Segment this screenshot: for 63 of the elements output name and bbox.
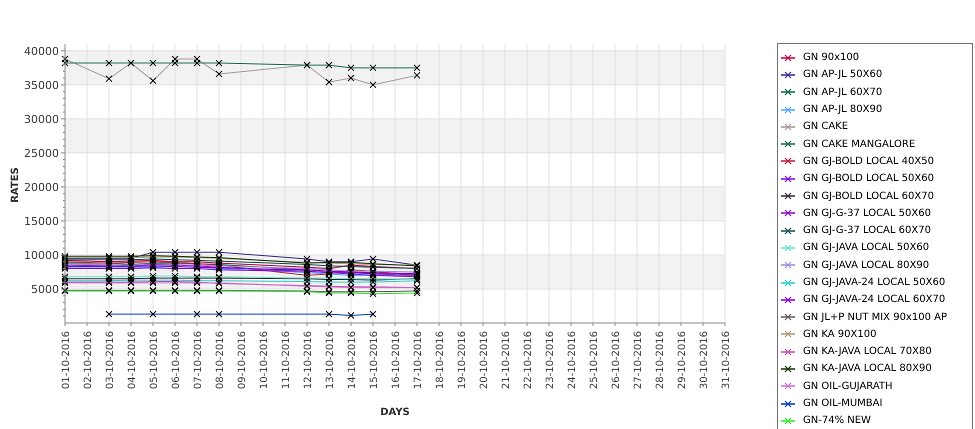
axis-tick-label: 18-10-2016: [435, 331, 446, 390]
legend-label: GN CAKE MANGALORE: [803, 138, 916, 150]
axis-tick-label: 02-10-2016: [83, 331, 94, 390]
axis-tick-label: 31-10-2016: [721, 331, 732, 390]
legend-label: GN OIL-GUJARATH: [803, 380, 893, 392]
axis-tick-label: 23-10-2016: [545, 331, 556, 390]
axis-tick-label: 17-10-2016: [413, 331, 424, 390]
axis-tick-label: 40000: [24, 44, 59, 58]
legend-label: GN JL+P NUT MIX 90x100 AP: [803, 312, 947, 323]
axis-tick-label: 06-10-2016: [171, 331, 182, 390]
axis-tick-label: 27-10-2016: [633, 331, 644, 390]
legend-label: GN-74% NEW: [803, 415, 871, 426]
axis-tick-label: 25-10-2016: [589, 331, 600, 390]
legend-label: GN GJ-JAVA LOCAL 50X60: [803, 242, 930, 254]
axis-tick-label: 11-10-2016: [281, 331, 292, 390]
legend-label: GN GJ-BOLD LOCAL 50X60: [803, 173, 934, 184]
legend-label: GN GJ-G-37 LOCAL 60X70: [803, 225, 931, 236]
legend-label: GN GJ-BOLD LOCAL 40X50: [803, 156, 934, 167]
axis-tick-label: 30-10-2016: [699, 331, 710, 390]
axis-tick-label: 22-10-2016: [523, 331, 534, 390]
axis-tick-label: 20-10-2016: [479, 331, 490, 390]
legend-label: GN KA 90X100: [803, 328, 876, 340]
axis-tick-label: 25000: [24, 146, 59, 160]
axis-tick-label: 15000: [24, 214, 59, 228]
legend-label: GN AP-JL 80X90: [803, 104, 882, 116]
legend-label: GN GJ-JAVA-24 LOCAL 60X70: [803, 294, 946, 306]
axis-tick-label: 21-10-2016: [501, 331, 512, 390]
axis-tick-label: 19-10-2016: [457, 331, 468, 390]
axis-tick-label: 13-10-2016: [325, 331, 336, 390]
axis-tick-label: 10-10-2016: [259, 331, 270, 390]
axis-tick-label: 28-10-2016: [655, 331, 666, 390]
axis-tick-label: 26-10-2016: [611, 331, 622, 390]
legend-label: GN GJ-BOLD LOCAL 60X70: [803, 190, 934, 202]
axis-tick-label: 35000: [24, 78, 59, 92]
axis-tick-label: 14-10-2016: [347, 331, 358, 390]
axis-tick-label: 30000: [24, 112, 59, 126]
legend-label: GN 90x100: [803, 52, 860, 64]
axis-tick-label: 15-10-2016: [369, 331, 380, 390]
legend-label: GN AP-JL 60X70: [803, 86, 882, 98]
axis-tick-label: 29-10-2016: [677, 331, 688, 390]
axis-tick-label: 20000: [24, 180, 59, 194]
axis-tick-label: 12-10-2016: [303, 331, 314, 390]
axis-tick-label: 08-10-2016: [215, 331, 226, 390]
axis-tick-label: 24-10-2016: [567, 331, 578, 390]
axis-tick-label: 07-10-2016: [193, 331, 204, 390]
axis-tick-label: 01-10-2016: [61, 331, 72, 390]
legend-label: GN GJ-JAVA LOCAL 80X90: [803, 260, 930, 271]
axis-tick-label: 09-10-2016: [237, 331, 248, 390]
axis-tick-label: 10000: [24, 248, 59, 262]
legend-label: GN AP-JL 50X60: [803, 69, 882, 80]
axis-tick-label: 5000: [31, 282, 59, 296]
legend-label: GN OIL-MUMBAI: [803, 398, 882, 410]
axis-title: DAYS: [380, 407, 410, 418]
axis-tick-label: 03-10-2016: [105, 331, 116, 390]
axis-tick-label: 05-10-2016: [149, 331, 160, 390]
legend-label: GN KA-JAVA LOCAL 70X80: [803, 346, 932, 358]
legend-label: GN GJ-G-37 LOCAL 50X60: [803, 208, 931, 219]
legend-label: GN CAKE: [803, 121, 848, 132]
legend-label: GN KA-JAVA LOCAL 80X90: [803, 363, 932, 374]
legend-label: GN GJ-JAVA-24 LOCAL 50X60: [803, 277, 946, 288]
axis-tick-label: 04-10-2016: [127, 331, 138, 390]
axis-title: RATES: [10, 167, 21, 203]
axis-tick-label: 16-10-2016: [391, 331, 402, 390]
